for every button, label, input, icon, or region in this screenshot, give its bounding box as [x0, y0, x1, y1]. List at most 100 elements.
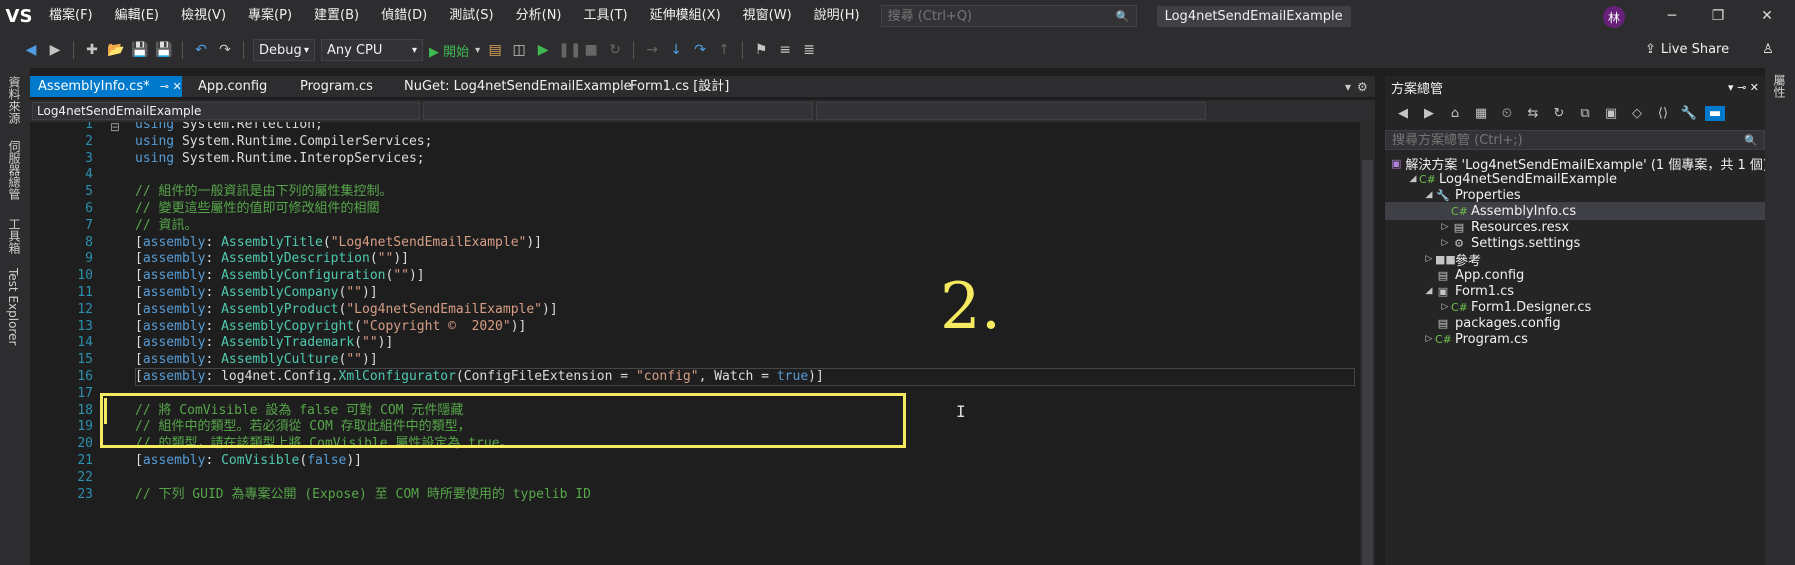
live-share-button[interactable]: ⇪ Live Share ♙	[1645, 42, 1774, 57]
minimize-button[interactable]: ─	[1650, 0, 1694, 32]
code-line[interactable]: using System.Runtime.CompilerServices;	[135, 133, 432, 151]
global-search-box[interactable]: 🔍	[880, 5, 1137, 27]
tab-program-cs[interactable]: Program.cs	[292, 76, 381, 97]
browser-link-icon[interactable]: ◫	[510, 42, 528, 58]
show-next-statement-icon[interactable]: →	[643, 42, 661, 58]
solution-toolbar-icon[interactable]: ⇆	[1523, 106, 1543, 121]
project-dropdown[interactable]: Log4netSendEmailExample	[32, 102, 420, 120]
tab-nuget[interactable]: NuGet: Log4netSendEmailExample	[396, 76, 640, 97]
tab-form1-designer[interactable]: Form1.cs [設計]	[622, 76, 737, 97]
chevron-down-icon[interactable]: ▾	[475, 45, 480, 56]
tab-properties[interactable]: 屬性	[1771, 74, 1788, 98]
code-line[interactable]: // 組件的一般資訊是由下列的屬性集控制。	[135, 183, 392, 201]
global-search-input[interactable]	[887, 8, 1088, 24]
tree-item[interactable]: ▷ C# Program.cs	[1385, 330, 1765, 348]
code-line[interactable]: [assembly: AssemblyProduct("Log4netSendE…	[135, 301, 558, 319]
expand-arrow-icon[interactable]: ▷	[1439, 222, 1451, 232]
menu-item[interactable]: 建置(B)	[303, 0, 370, 32]
solution-toolbar-icon[interactable]: ⏲	[1497, 106, 1517, 121]
solution-toolbar-icon[interactable]: ▬	[1705, 105, 1725, 121]
bookmark-icon[interactable]: ⚑	[752, 42, 770, 58]
gear-icon[interactable]: ⚙	[1357, 80, 1368, 94]
search-icon[interactable]: 🔍	[1744, 134, 1758, 147]
collapse-region-icon[interactable]: ⊟	[110, 122, 120, 134]
tab-test-explorer[interactable]: Test Explorer	[6, 268, 20, 345]
tab-data-sources[interactable]: 資料來源	[6, 76, 23, 124]
search-icon[interactable]: 🔍	[1116, 10, 1130, 23]
tab-list-dropdown-icon[interactable]: ▾	[1345, 80, 1351, 94]
solution-toolbar-icon[interactable]: ▦	[1471, 106, 1491, 121]
expand-arrow-icon[interactable]: ▷	[1439, 238, 1451, 248]
code-line[interactable]: [assembly: log4net.Config.XmlConfigurato…	[135, 368, 824, 386]
code-line[interactable]: [assembly: AssemblyTrademark("")]	[135, 334, 393, 352]
expand-arrow-icon[interactable]: ◢	[1407, 174, 1419, 184]
type-dropdown[interactable]	[423, 102, 813, 120]
tab-app-config[interactable]: App.config	[190, 76, 275, 97]
solution-toolbar-icon[interactable]: ◇	[1627, 106, 1647, 121]
expand-arrow-icon[interactable]: ◢	[1423, 190, 1435, 200]
start-debugging-button[interactable]: ▶ 開始	[429, 41, 469, 60]
navigate-forward-icon[interactable]: ▶	[46, 42, 64, 58]
code-line[interactable]: // 變更這些屬性的值即可修改組件的相關	[135, 200, 379, 218]
menu-item[interactable]: 說明(H)	[803, 0, 871, 32]
solution-toolbar-icon[interactable]: 🔧	[1679, 106, 1699, 121]
solution-configuration-select[interactable]: Debug ▾	[253, 39, 315, 61]
solution-folder-icon[interactable]: ▤	[486, 42, 504, 58]
menu-item[interactable]: 測試(S)	[438, 0, 504, 32]
expand-arrow-icon[interactable]: ▷	[1439, 302, 1451, 312]
restore-button[interactable]: ❐	[1696, 0, 1740, 32]
member-dropdown[interactable]	[816, 102, 1206, 120]
solution-toolbar-icon[interactable]: ▶	[1419, 106, 1439, 121]
step-over-icon[interactable]: ↷	[691, 42, 709, 58]
comment-selection-icon[interactable]: ≡	[776, 42, 794, 58]
step-out-icon[interactable]: ↑	[715, 42, 733, 58]
code-line[interactable]: [assembly: AssemblyCulture("")]	[135, 351, 378, 369]
new-project-icon[interactable]: ✚	[83, 42, 101, 58]
menu-item[interactable]: 檔案(F)	[38, 0, 104, 32]
pause-icon[interactable]: ❚❚	[558, 42, 581, 58]
stop-icon[interactable]: ■	[582, 42, 600, 58]
navigate-back-icon[interactable]: ◀	[22, 42, 40, 58]
menu-item[interactable]: 檢視(V)	[170, 0, 237, 32]
redo-icon[interactable]: ↷	[216, 42, 234, 58]
menu-item[interactable]: 視窗(W)	[732, 0, 803, 32]
code-line[interactable]: [assembly: AssemblyTitle("Log4netSendEma…	[135, 234, 542, 252]
editor-scroll-thumb[interactable]	[1362, 160, 1373, 565]
tab-server-explorer[interactable]: 伺服器總管	[6, 140, 23, 200]
menu-item[interactable]: 編輯(E)	[104, 0, 170, 32]
code-line[interactable]: [assembly: AssemblyCopyright("Copyright …	[135, 318, 526, 336]
tab-toolbox[interactable]: 工具箱	[6, 218, 23, 254]
menu-item[interactable]: 延伸模組(X)	[639, 0, 732, 32]
save-all-icon[interactable]: 💾	[155, 42, 173, 58]
solution-toolbar-icon[interactable]: ◀	[1393, 106, 1413, 121]
code-line[interactable]: // 資訊。	[135, 217, 197, 235]
code-line[interactable]: [assembly: ComVisible(false)]	[135, 452, 362, 470]
expand-arrow-icon[interactable]: ▷	[1423, 254, 1435, 264]
tab-assemblyinfo[interactable]: AssemblyInfo.cs* ⊸ ✕	[30, 76, 182, 97]
undo-icon[interactable]: ↶	[192, 42, 210, 58]
expand-arrow-icon[interactable]: ◢	[1423, 286, 1435, 296]
code-line[interactable]: [assembly: AssemblyDescription("")]	[135, 250, 409, 268]
user-avatar[interactable]: 林	[1603, 6, 1625, 28]
solution-search-input[interactable]	[1392, 132, 1692, 148]
solution-toolbar-icon[interactable]: ⧉	[1575, 106, 1595, 121]
restart-icon[interactable]: ↻	[606, 42, 624, 58]
feedback-person-icon[interactable]: ♙	[1762, 42, 1774, 57]
menu-item[interactable]: 工具(T)	[573, 0, 639, 32]
editor-vertical-scrollbar[interactable]	[1360, 122, 1375, 565]
menu-item[interactable]: 專案(P)	[237, 0, 303, 32]
panel-window-controls-icon[interactable]: ▾ ⊸ ✕	[1728, 81, 1759, 94]
code-line[interactable]: using System.Runtime.InteropServices;	[135, 150, 425, 168]
pin-close-icon[interactable]: ⊸ ✕	[160, 80, 182, 93]
step-into-icon[interactable]: ↓	[667, 42, 685, 58]
solution-toolbar-icon[interactable]: ⟨⟩	[1653, 106, 1673, 121]
uncomment-selection-icon[interactable]: ≣	[800, 42, 818, 58]
solution-toolbar-icon[interactable]: ↻	[1549, 106, 1569, 121]
solution-toolbar-icon[interactable]: ⌂	[1445, 106, 1465, 121]
menu-item[interactable]: 分析(N)	[505, 0, 573, 32]
code-editor[interactable]: 1 2 3 4 5 6 7 8 9 10 11 12 13 14 15 16 17 18 19 20 21 22 23 us…	[30, 122, 1360, 565]
solution-toolbar-icon[interactable]: ▣	[1601, 106, 1621, 121]
expand-arrow-icon[interactable]: ▷	[1423, 334, 1435, 344]
menu-item[interactable]: 偵錯(D)	[370, 0, 438, 32]
code-line[interactable]: [assembly: AssemblyCompany("")]	[135, 284, 378, 302]
